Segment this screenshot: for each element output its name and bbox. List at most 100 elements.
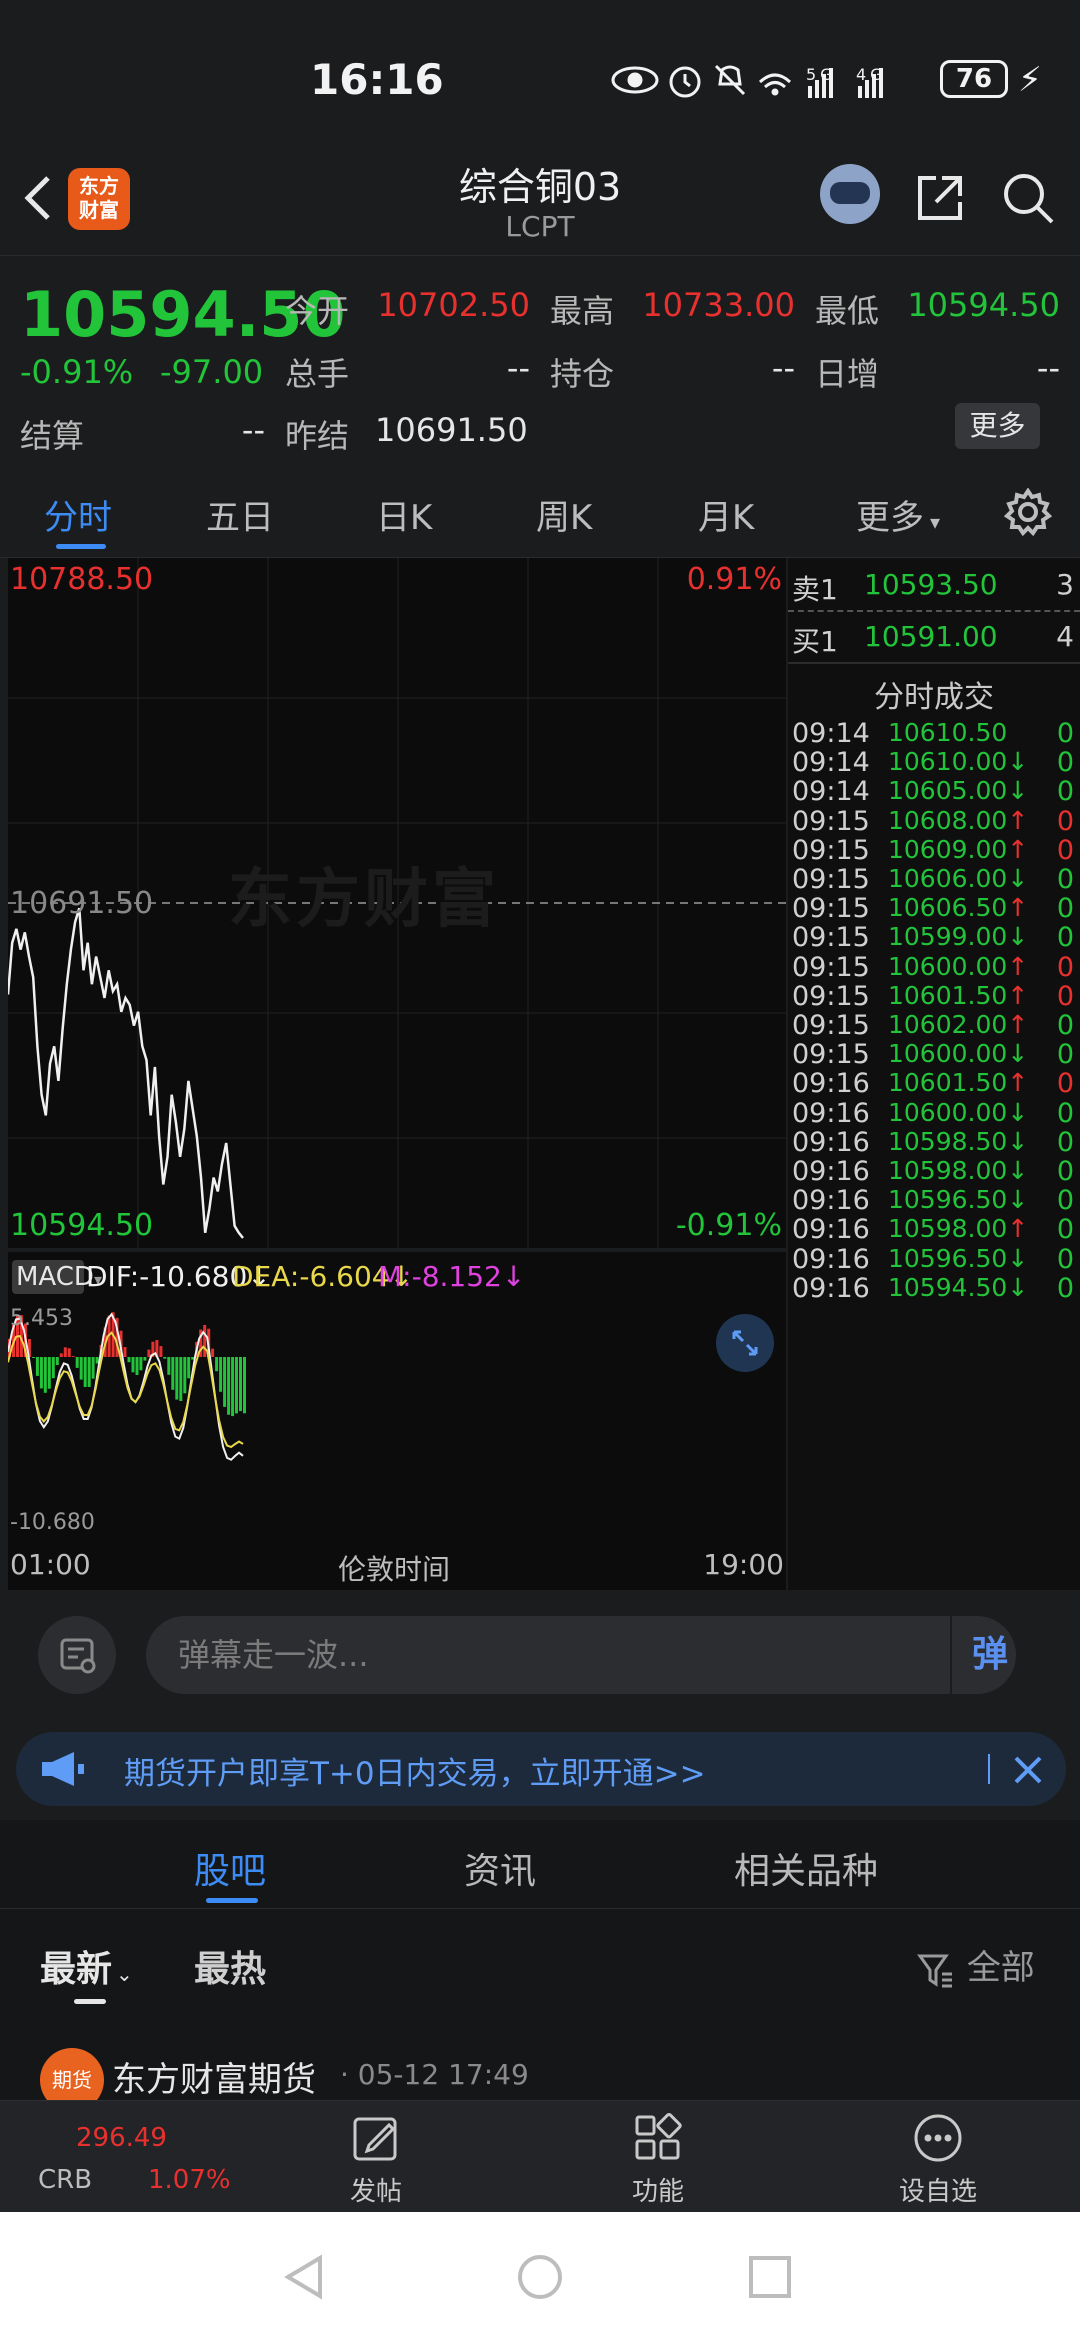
trade-time: 09:15 <box>792 805 870 837</box>
ask-volume: 3 <box>1056 568 1074 601</box>
close-icon[interactable] <box>1006 1740 1050 1807</box>
trade-price: 10594.50↓ <box>888 1272 1029 1302</box>
page-subtitle: LCPT <box>505 210 575 243</box>
assistant-robot-icon[interactable] <box>820 164 880 224</box>
trade-volume: 0 <box>1056 805 1074 837</box>
trade-direction: ↑ <box>1007 951 1029 981</box>
nav-post[interactable]: 发帖 <box>306 2113 446 2208</box>
trade-direction: ↑ <box>1007 805 1029 835</box>
trade-direction: ↓ <box>1007 1039 1029 1069</box>
promo-banner[interactable]: 期货开户即享T+0日内交易，立即开通>> <box>16 1732 1066 1806</box>
trade-volume: 0 <box>1056 1068 1074 1100</box>
trade-volume: 0 <box>1056 922 1074 954</box>
search-icon[interactable] <box>1000 170 1056 226</box>
crb-name[interactable]: CRB <box>38 2165 92 2195</box>
trade-price: 10610.50 <box>888 718 1008 747</box>
tab-related[interactable]: 相关品种 <box>734 1842 878 1894</box>
trades-title: 分时成交 <box>874 680 994 715</box>
trade-row: 09:16 10594.50↓ 0 <box>788 1273 1080 1317</box>
ask-price: 10593.50 <box>864 568 998 601</box>
intraday-chart[interactable]: 东方财富 10788.50 0.91% 10691.50 10594.50 -0… <box>8 558 786 1248</box>
trade-time: 09:15 <box>792 864 870 895</box>
tab-weekly-k[interactable]: 周K <box>536 490 592 539</box>
trade-volume: 0 <box>1056 1243 1074 1275</box>
high-value: 10733.00 <box>642 286 795 324</box>
time-end: 19:00 <box>703 1548 784 1581</box>
trade-direction: ↓ <box>1007 1097 1029 1127</box>
tab-news[interactable]: 资讯 <box>464 1842 536 1894</box>
trade-time: 09:16 <box>792 1185 870 1217</box>
trade-direction: ↓ <box>1007 1126 1029 1156</box>
trade-price: 10596.50↓ <box>888 1185 1029 1215</box>
bid-volume: 4 <box>1056 620 1074 653</box>
expand-icon[interactable] <box>716 1314 774 1372</box>
system-nav-bar <box>0 2212 1080 2340</box>
tab-more[interactable]: 更多 ▾ <box>856 490 940 539</box>
trade-volume: 0 <box>1056 1039 1074 1071</box>
settle-label: 结算 <box>20 417 85 455</box>
macd-bar <box>203 1325 207 1357</box>
tab-daily-k[interactable]: 日K <box>376 490 432 539</box>
system-home-icon[interactable] <box>515 2252 565 2306</box>
bid-label: 买1 <box>792 625 838 658</box>
trade-price: 10606.00↓ <box>888 864 1029 893</box>
post-author[interactable]: 东方财富期货 <box>112 2052 316 2101</box>
filter-button[interactable]: 全部 <box>916 1940 1035 1990</box>
tab-forum[interactable]: 股吧 <box>194 1842 266 1894</box>
macd-bar <box>31 1357 35 1358</box>
danmu-input[interactable]: 弹幕走一波... <box>146 1616 1016 1694</box>
more-button[interactable]: 更多 <box>955 403 1040 449</box>
trade-direction: ↑ <box>1007 1068 1029 1098</box>
system-recents-icon[interactable] <box>745 2252 795 2306</box>
nav-post-label: 发帖 <box>349 2177 402 2207</box>
settings-gear-icon[interactable] <box>1003 487 1053 537</box>
macd-bar <box>67 1348 71 1357</box>
chevron-down-icon: ▾ <box>930 510 941 534</box>
post-time: · 05-12 17:49 <box>340 2058 529 2091</box>
share-icon[interactable] <box>912 170 968 226</box>
trade-time: 09:16 <box>792 1243 870 1275</box>
message-settings-icon[interactable] <box>38 1616 116 1694</box>
sort-hottest[interactable]: 最热 <box>194 1940 266 1992</box>
tab-five-day[interactable]: 五日 <box>206 490 274 539</box>
status-bar: 16:16 5G 4G 76 ⚡ <box>0 0 1080 150</box>
chart-tabs: 分时 五日 日K 周K 月K 更多 ▾ <box>0 468 1080 558</box>
macd-bar <box>183 1357 187 1394</box>
back-arrow-icon[interactable] <box>18 168 68 228</box>
forum-tabs-divider <box>0 1908 1080 1909</box>
macd-bar <box>219 1357 223 1392</box>
trade-direction: ↑ <box>1007 1010 1029 1039</box>
macd-bar <box>163 1357 167 1359</box>
trade-direction: ↑ <box>1007 1214 1029 1244</box>
macd-label: MACD <box>16 1262 94 1292</box>
trade-direction: ↓ <box>1007 747 1029 777</box>
macd-bar <box>87 1357 91 1387</box>
nav-functions-label: 功能 <box>631 2177 684 2207</box>
macd-bar <box>59 1353 63 1357</box>
tab-monthly-k[interactable]: 月K <box>698 490 754 539</box>
nav-watchlist[interactable]: 设自选 <box>868 2113 1008 2208</box>
macd-chart[interactable]: 5.453 -10.680 <box>8 1302 786 1542</box>
trade-time: 09:15 <box>792 1010 870 1041</box>
time-axis: 01:00 伦敦时间 19:00 <box>8 1542 786 1590</box>
system-back-icon[interactable] <box>280 2252 330 2306</box>
macd-bar <box>243 1357 246 1414</box>
trades-list[interactable]: 09:14 10610.50 0 09:14 10610.00↓ 0 09:14 10605.… <box>788 718 1080 1590</box>
nav-functions[interactable]: 功能 <box>588 2113 728 2208</box>
book-divider <box>788 610 1080 612</box>
sort-newest[interactable]: 最新 ⌄ <box>40 1940 133 1992</box>
tab-intraday[interactable]: 分时 <box>44 490 112 539</box>
macd-m: M:-8.152↓ <box>378 1260 526 1293</box>
danmu-toggle-button[interactable]: 弹 <box>972 1616 1040 1694</box>
trade-price: 10608.00↑ <box>888 805 1029 835</box>
macd-selector[interactable]: MACD▾ <box>12 1260 102 1294</box>
trade-time: 09:16 <box>792 1097 870 1129</box>
macd-bar <box>71 1356 75 1357</box>
tab-underline <box>56 544 106 549</box>
macd-header: MACD▾ DIF:-10.680↓ DEA:-6.604↓ M:-8.152↓ <box>8 1252 786 1302</box>
macd-bar <box>211 1348 215 1357</box>
trade-time: 09:14 <box>792 747 870 779</box>
banner-text: 期货开户即享T+0日内交易，立即开通>> <box>124 1756 706 1792</box>
macd-bar <box>127 1357 131 1363</box>
open-label: 今开 <box>285 292 350 330</box>
